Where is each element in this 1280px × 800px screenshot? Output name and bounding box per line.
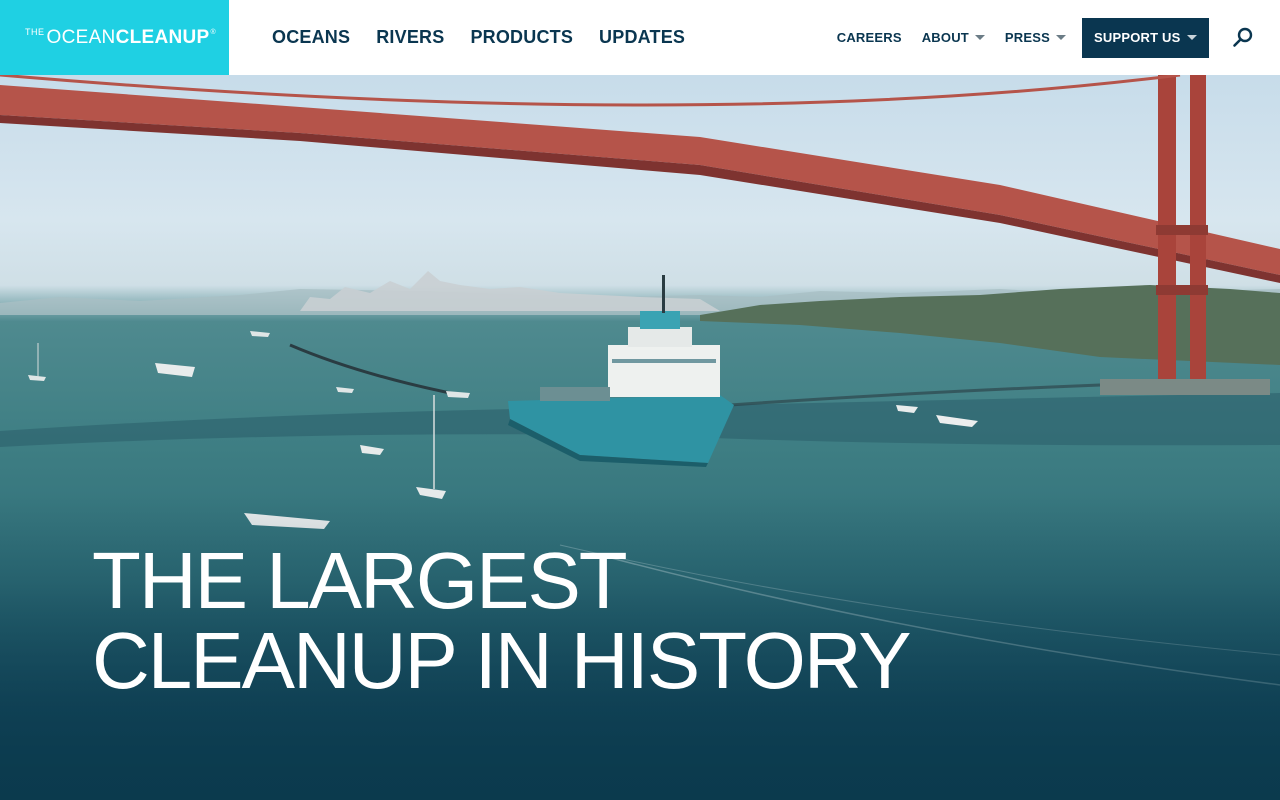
nav-careers[interactable]: CAREERS xyxy=(837,30,902,45)
chevron-down-icon xyxy=(974,35,985,40)
nav-careers-label: CAREERS xyxy=(836,30,902,45)
nav-rivers[interactable]: RIVERS xyxy=(376,27,444,48)
chevron-down-icon xyxy=(1187,35,1197,40)
nav-products[interactable]: PRODUCTS xyxy=(470,27,573,48)
nav-oceans[interactable]: OCEANS xyxy=(272,27,350,48)
site-header: THE OCEAN CLEANUP ® OCEANS RIVERS PRODUC… xyxy=(0,0,1280,75)
secondary-nav: CAREERS ABOUT PRESS SUPPORT US xyxy=(837,0,1280,75)
support-us-label: SUPPORT US xyxy=(1094,30,1181,45)
hero-title-line2: CLEANUP IN HISTORY xyxy=(92,616,912,705)
support-us-button[interactable]: SUPPORT US xyxy=(1082,17,1209,58)
logo-registered-mark: ® xyxy=(210,28,216,36)
logo-ocean: OCEAN xyxy=(46,26,116,48)
hero-section: THE LARGEST CLEANUP IN HISTORY xyxy=(0,75,1280,800)
logo-cleanup: CLEANUP xyxy=(115,26,210,48)
chevron-down-icon xyxy=(1056,35,1066,40)
hero-title: THE LARGEST CLEANUP IN HISTORY xyxy=(92,536,912,705)
nav-press[interactable]: PRESS xyxy=(1005,30,1066,45)
logo-the: THE xyxy=(25,26,45,37)
logo: THE OCEAN CLEANUP ® xyxy=(25,27,216,49)
logo-link[interactable]: THE OCEAN CLEANUP ® xyxy=(0,0,229,75)
search-icon[interactable] xyxy=(1231,26,1255,50)
nav-about[interactable]: ABOUT xyxy=(922,30,985,45)
nav-updates[interactable]: UPDATES xyxy=(599,27,685,48)
hero-title-line1: THE LARGEST xyxy=(92,536,628,625)
nav-press-label: PRESS xyxy=(1004,30,1050,45)
nav-about-label: ABOUT xyxy=(921,30,969,45)
main-nav: OCEANS RIVERS PRODUCTS UPDATES xyxy=(272,0,711,75)
